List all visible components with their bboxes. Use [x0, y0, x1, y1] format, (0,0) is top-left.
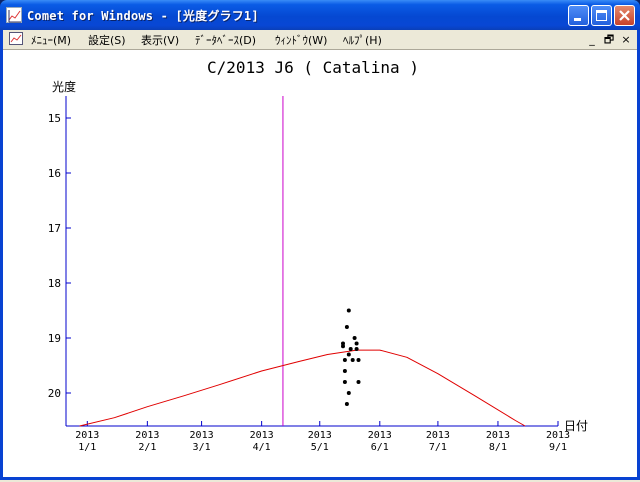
window-title: Comet for Windows - [光度グラフ1]	[27, 9, 259, 23]
observation-point	[350, 358, 355, 362]
x-tick-year: 2013	[368, 430, 392, 441]
y-tick-label: 18	[48, 277, 61, 290]
x-tick-year: 2013	[135, 430, 159, 441]
mdi-minimize-button[interactable]: _	[585, 33, 599, 46]
observation-point	[346, 308, 351, 313]
observation-point	[346, 391, 351, 395]
y-ticks: 15 16 17 18 19 20	[48, 112, 71, 400]
x-tick-year: 2013	[546, 430, 570, 441]
maximize-button[interactable]	[591, 5, 612, 26]
x-tick-date: 7/1	[429, 442, 447, 453]
observation-point	[352, 336, 357, 340]
observation-point	[346, 352, 351, 357]
observation-point	[348, 347, 353, 351]
y-tick-label: 17	[48, 222, 61, 235]
x-tick-date: 3/1	[193, 442, 211, 453]
mdi-close-button[interactable]: ×	[619, 33, 633, 46]
close-icon	[619, 10, 630, 21]
x-tick-year: 2013	[308, 430, 332, 441]
y-tick-label: 20	[48, 387, 61, 400]
x-tick-year: 2013	[190, 430, 214, 441]
y-axis-label: 光度	[52, 79, 76, 94]
minimize-icon	[574, 18, 581, 21]
x-tick-year: 2013	[75, 430, 99, 441]
menu-bar: ﾒﾆｭｰ(M) 設定(S) 表示(V) ﾃﾞｰﾀﾍﾞｰｽ(D) ｳｨﾝﾄﾞｳ(W…	[3, 30, 637, 49]
x-tick-year: 2013	[486, 430, 510, 441]
mdi-restore-button[interactable]: 🗗	[602, 33, 616, 46]
menu-item-window[interactable]: ｳｨﾝﾄﾞｳ(W)	[275, 32, 327, 48]
close-button[interactable]	[614, 5, 635, 26]
x-tick-date: 9/1	[549, 442, 567, 453]
menu-item-menu[interactable]: ﾒﾆｭｰ(M)	[31, 32, 71, 48]
observation-point	[356, 380, 361, 384]
title-bar[interactable]: Comet for Windows - [光度グラフ1]	[0, 0, 640, 30]
predicted-curve-line	[79, 349, 526, 427]
graph-area[interactable]: C/2013 J6 ( Catalina ) 光度 日付 15 16 17 18 19 2…	[3, 49, 637, 477]
observation-point	[342, 380, 347, 384]
y-tick-label: 16	[48, 167, 61, 180]
observation-point	[356, 358, 361, 362]
observation-point	[341, 341, 345, 346]
observation-point	[354, 341, 359, 346]
app-icon[interactable]	[6, 7, 22, 23]
menu-item-database[interactable]: ﾃﾞｰﾀﾍﾞｰｽ(D)	[195, 32, 256, 48]
x-tick-year: 2013	[250, 430, 274, 441]
observation-point	[354, 347, 359, 351]
y-tick-label: 15	[48, 112, 61, 125]
x-tick-date: 2/1	[138, 442, 156, 453]
observation-point	[342, 358, 347, 362]
x-tick-date: 8/1	[489, 442, 507, 453]
minimize-button[interactable]	[568, 5, 589, 26]
menu-item-view[interactable]: 表示(V)	[141, 32, 179, 48]
maximize-icon	[596, 10, 607, 21]
observation-point	[342, 369, 347, 373]
observations	[341, 308, 361, 406]
menu-item-help[interactable]: ﾍﾙﾌﾟ(H)	[343, 32, 382, 48]
observation-point	[344, 325, 349, 329]
chart-title: C/2013 J6 ( Catalina )	[207, 58, 419, 77]
menu-item-settings[interactable]: 設定(S)	[88, 32, 126, 48]
light-curve-chart: C/2013 J6 ( Catalina ) 光度 日付 15161718192…	[48, 58, 588, 453]
document-icon[interactable]	[9, 32, 24, 46]
x-tick-date: 4/1	[253, 442, 271, 453]
observation-point	[344, 402, 349, 406]
x-tick-date: 5/1	[311, 442, 329, 453]
y-tick-label: 19	[48, 332, 61, 345]
x-tick-date: 1/1	[78, 442, 96, 453]
x-tick-date: 6/1	[371, 442, 389, 453]
x-tick-year: 2013	[426, 430, 450, 441]
predicted-curve	[79, 349, 526, 427]
app-window: Comet for Windows - [光度グラフ1] ﾒﾆｭｰ(M) 設定(…	[0, 0, 640, 480]
